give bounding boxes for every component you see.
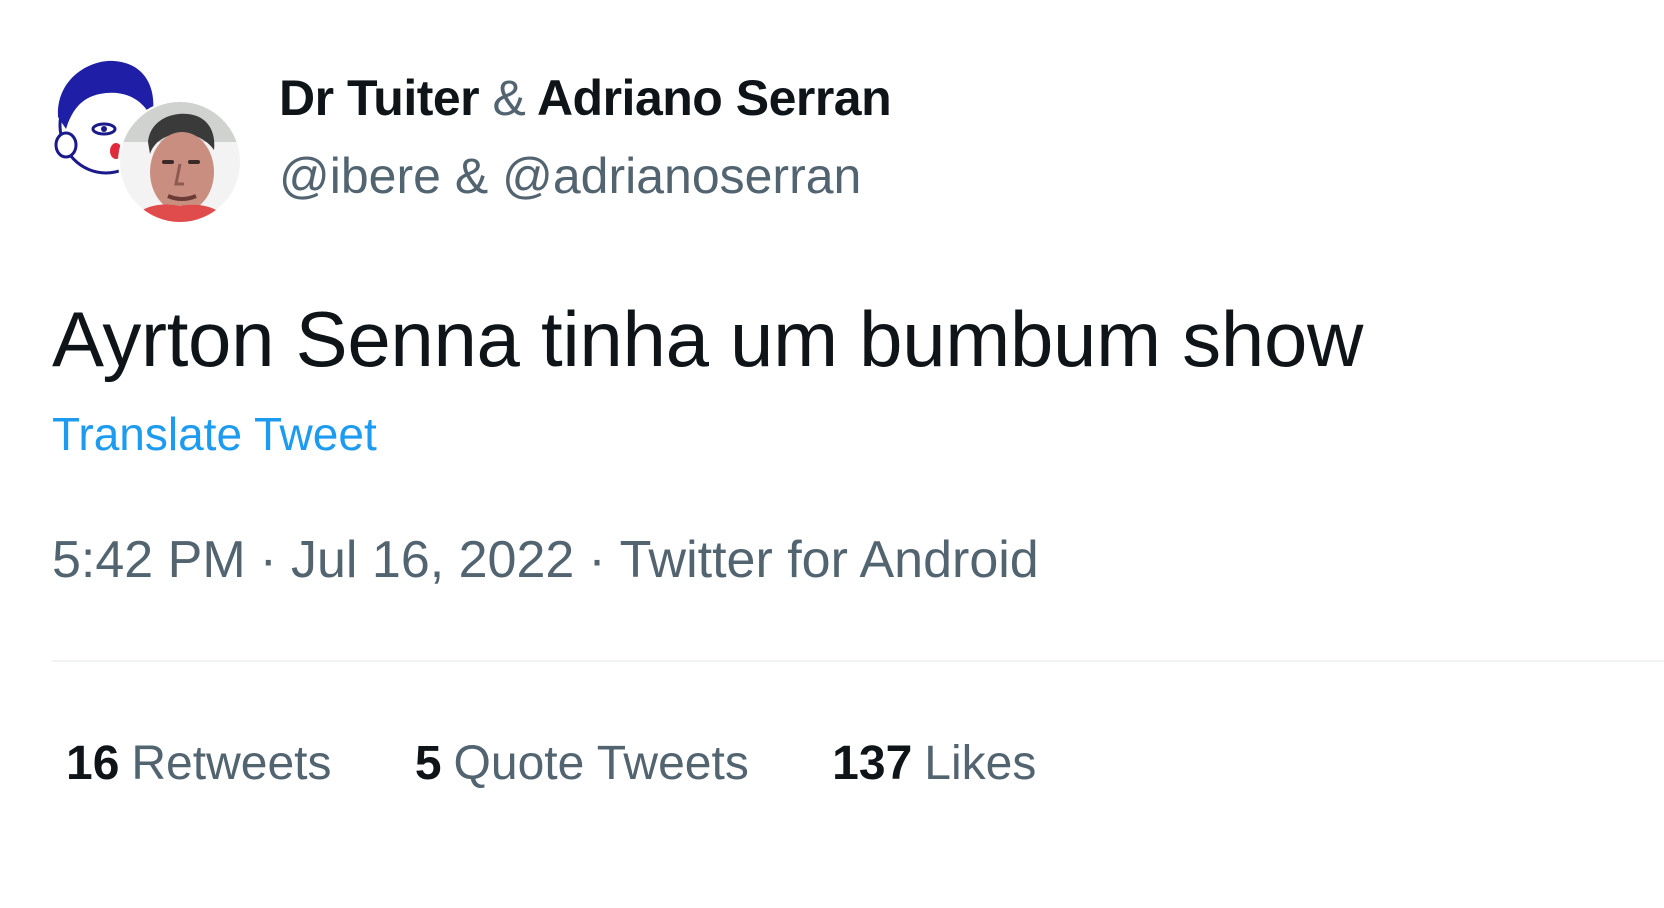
retweets-count: 16 (66, 737, 120, 790)
likes-stat[interactable]: 137 Likes (832, 733, 1036, 795)
tweet-time[interactable]: 5:42 PM (52, 531, 246, 589)
divider (52, 660, 1664, 662)
author-handles[interactable]: @ibere & @adrianoserran (279, 144, 861, 208)
tweet-stats: 16 Retweets 5 Quote Tweets 137 Likes (66, 733, 1106, 795)
tweet-metadata: 5:42 PM · Jul 16, 2022 · Twitter for Android (52, 527, 1039, 593)
meta-separator: · (588, 531, 606, 589)
author-name-joiner: & (492, 70, 526, 126)
author-name-secondary[interactable]: Adriano Serran (537, 70, 892, 126)
likes-count: 137 (832, 737, 913, 790)
quote-tweets-stat[interactable]: 5 Quote Tweets (415, 733, 749, 795)
quote-tweets-label: Quote Tweets (453, 737, 749, 790)
likes-label: Likes (924, 737, 1037, 790)
tweet-source: Twitter for Android (619, 531, 1039, 589)
tweet-detail: Dr Tuiter & Adriano Serran @ibere & @adr… (0, 0, 1664, 908)
meta-separator: · (259, 531, 277, 589)
retweets-label: Retweets (131, 737, 332, 790)
author-names[interactable]: Dr Tuiter & Adriano Serran (279, 66, 892, 130)
man-photo-avatar[interactable] (120, 102, 240, 222)
co-author-avatars[interactable] (52, 57, 252, 227)
tweet-text: Ayrton Senna tinha um bumbum show (52, 295, 1364, 383)
quote-tweets-count: 5 (414, 737, 442, 790)
translate-tweet-link[interactable]: Translate Tweet (52, 406, 377, 462)
tweet-date[interactable]: Jul 16, 2022 (291, 531, 574, 589)
author-name-primary[interactable]: Dr Tuiter (279, 70, 480, 126)
retweets-stat[interactable]: 16 Retweets (66, 733, 331, 795)
